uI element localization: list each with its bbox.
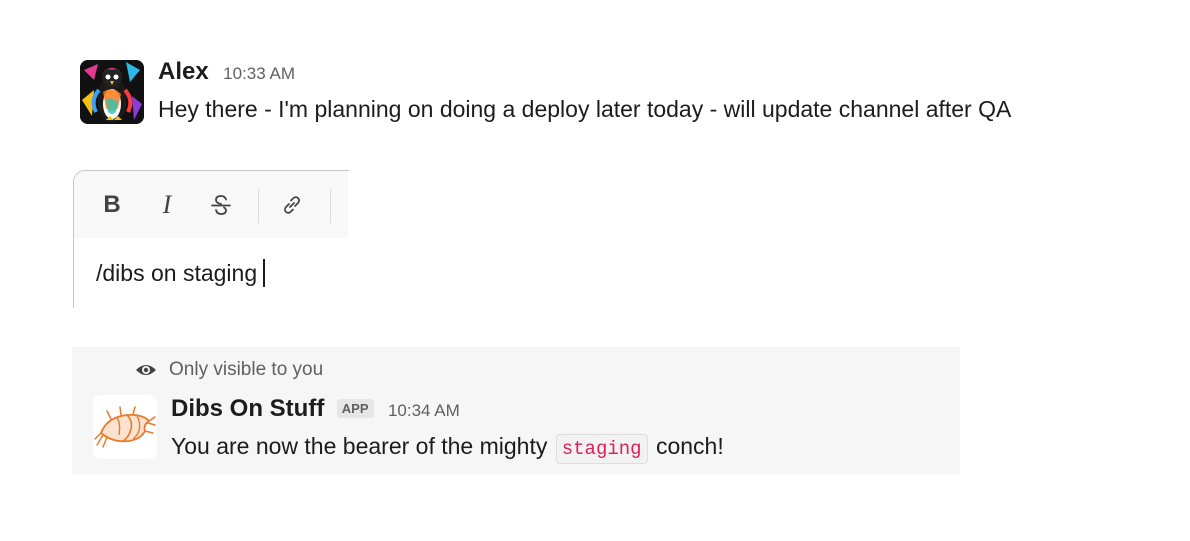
inline-code: staging [555,434,648,464]
link-icon [284,196,300,214]
visibility-note-text: Only visible to you [169,359,324,380]
sender-name[interactable]: Alex [158,58,209,85]
link-button[interactable] [278,191,306,219]
ephemeral-message: Only visible to you Dibs On Stuff APP 10… [72,347,960,474]
slack-channel-view: Alex 10:33 AM Hey there - I'm planning o… [0,0,1190,541]
toolbar-divider [330,189,331,223]
toolbar-divider [258,189,259,223]
composer-input[interactable]: /dibs on staging [96,259,266,287]
app-badge: APP [336,399,374,418]
penguin-avatar-image [80,60,144,124]
message-text-after: conch! [655,433,724,459]
italic-button[interactable]: I [153,190,181,219]
sender-name[interactable]: Dibs On Stuff [171,395,324,422]
bold-button[interactable]: B [98,191,126,219]
strikethrough-icon [211,195,231,215]
strikethrough-button[interactable] [207,191,235,219]
timestamp[interactable]: 10:34 AM [388,401,460,420]
composer-input-value: /dibs on staging [96,260,258,286]
avatar[interactable] [80,60,144,124]
text-caret [263,259,266,287]
formatting-toolbar: B I [74,171,348,238]
message-header: Alex 10:33 AM [158,58,295,88]
message-alex: Alex 10:33 AM Hey there - I'm planning o… [80,58,1180,130]
message-text: You are now the bearer of the mighty sta… [171,433,724,464]
visibility-note: Only visible to you [135,359,323,381]
message-header: Dibs On Stuff APP 10:34 AM [171,395,460,423]
avatar[interactable] [93,395,157,459]
eye-icon [136,365,156,375]
message-text: Hey there - I'm planning on doing a depl… [158,96,1012,122]
timestamp[interactable]: 10:33 AM [223,64,295,83]
message-text-before: You are now the bearer of the mighty [171,433,548,459]
conch-shell-icon [94,406,156,448]
message-composer[interactable]: B I /dibs on staging [73,170,349,308]
